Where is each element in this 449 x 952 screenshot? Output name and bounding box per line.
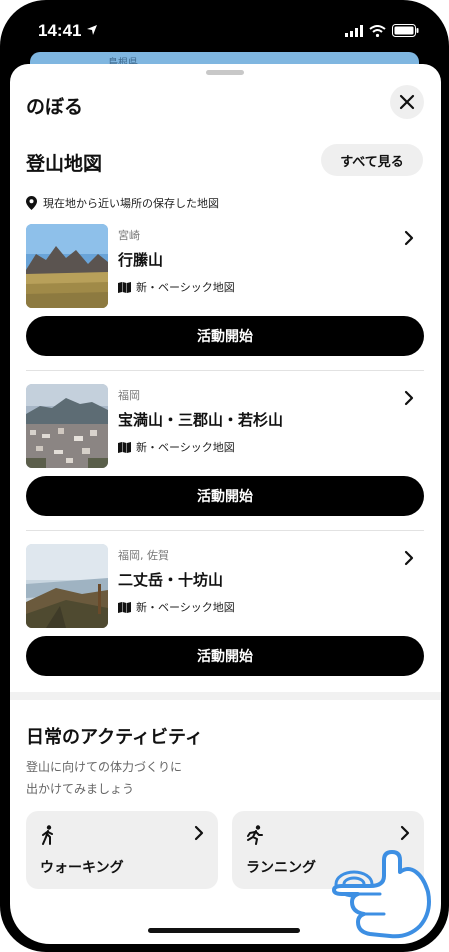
close-button[interactable] <box>390 85 424 119</box>
location-arrow-icon <box>87 25 97 35</box>
bottom-sheet: のぼる 登山地図 すべて見る 現在地から近い場所の保存した地図 宮崎 行縢山 新… <box>10 64 441 944</box>
start-activity-button[interactable]: 活動開始 <box>26 476 424 516</box>
daily-subtitle-line: 登山に向けての体力づくりに <box>26 760 183 774</box>
map-name: 行縢山 <box>118 251 164 269</box>
nearby-note-text: 現在地から近い場所の保存した地図 <box>43 197 219 210</box>
chevron-right-icon <box>400 825 410 841</box>
phone-frame: 14:41 島根県 のぼる <box>0 0 449 952</box>
map-icon <box>118 441 131 453</box>
daily-section-subtitle: 登山に向けての体力づくりに 出かけてみましょう <box>26 756 246 800</box>
map-prefecture: 福岡, 佐賀 <box>118 549 169 562</box>
daily-section-title: 日常のアクティビティ <box>26 727 203 748</box>
close-icon <box>399 94 415 110</box>
running-icon <box>247 825 263 845</box>
divider <box>26 530 424 531</box>
walking-icon <box>42 825 53 845</box>
chevron-right-icon[interactable] <box>404 230 414 246</box>
map-item[interactable]: 宮崎 行縢山 新・ベーシック地図 活動開始 <box>26 224 424 374</box>
map-type-label: 新・ベーシック地図 <box>136 441 235 454</box>
section-separator <box>10 692 441 700</box>
chevron-right-icon <box>194 825 204 841</box>
map-type: 新・ベーシック地図 <box>118 599 235 615</box>
wifi-icon <box>369 24 386 37</box>
map-thumbnail <box>26 224 108 308</box>
chevron-right-icon[interactable] <box>404 550 414 566</box>
activity-card-walking[interactable]: ウォーキング <box>26 811 218 889</box>
nearby-note: 現在地から近い場所の保存した地図 <box>26 195 219 211</box>
map-name: 宝満山・三郡山・若杉山 <box>118 411 284 429</box>
map-item[interactable]: 福岡, 佐賀 二丈岳・十坊山 新・ベーシック地図 活動開始 <box>26 544 424 694</box>
map-type-label: 新・ベーシック地図 <box>136 281 235 294</box>
map-type-label: 新・ベーシック地図 <box>136 601 235 614</box>
sheet-title: のぼる <box>26 96 84 118</box>
activity-label: ランニング <box>246 860 316 876</box>
tap-hand-icon <box>332 850 431 939</box>
location-pin-icon <box>26 196 37 210</box>
divider <box>26 370 424 371</box>
map-icon <box>118 601 131 613</box>
sheet-grabber[interactable] <box>206 70 244 75</box>
start-activity-button[interactable]: 活動開始 <box>26 316 424 356</box>
map-prefecture: 福岡 <box>118 389 140 402</box>
battery-icon <box>392 24 419 37</box>
activity-label: ウォーキング <box>40 860 124 876</box>
map-type: 新・ベーシック地図 <box>118 279 235 295</box>
home-indicator <box>148 928 300 933</box>
map-type: 新・ベーシック地図 <box>118 439 235 455</box>
map-item[interactable]: 福岡 宝満山・三郡山・若杉山 新・ベーシック地図 活動開始 <box>26 384 424 534</box>
map-thumbnail <box>26 544 108 628</box>
status-icons <box>345 24 419 37</box>
maps-section-title: 登山地図 <box>26 153 103 175</box>
see-all-button[interactable]: すべて見る <box>321 144 423 176</box>
status-time: 14:41 <box>38 21 82 40</box>
start-activity-button[interactable]: 活動開始 <box>26 636 424 676</box>
daily-subtitle-line: 出かけてみましょう <box>26 782 135 796</box>
chevron-right-icon[interactable] <box>404 390 414 406</box>
map-name: 二丈岳・十坊山 <box>118 571 224 589</box>
map-prefecture: 宮崎 <box>118 229 140 242</box>
map-thumbnail <box>26 384 108 468</box>
cellular-signal-icon <box>345 24 363 37</box>
map-icon <box>118 281 131 293</box>
